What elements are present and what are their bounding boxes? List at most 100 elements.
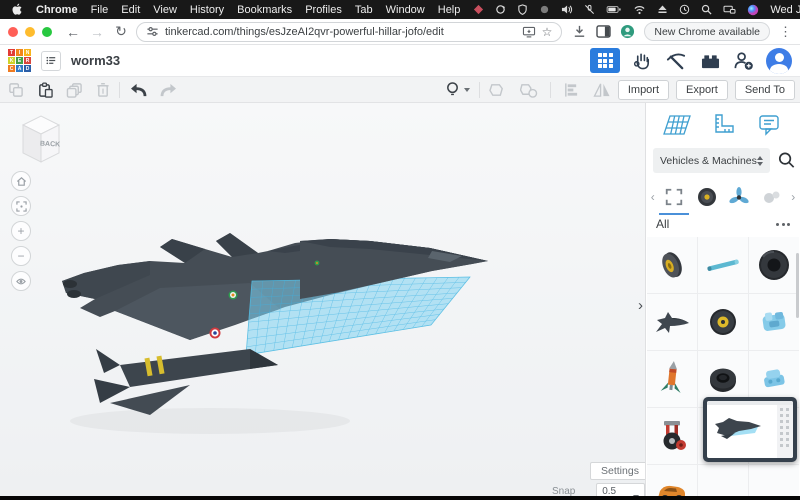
ruler-tool-button[interactable] [704, 109, 742, 141]
tab-bricks[interactable] [698, 49, 722, 73]
viewport-3d[interactable]: BACK + − Settings Snap Grid 0.5 mm [0, 103, 645, 500]
menubar-item-chrome[interactable]: Chrome [36, 4, 78, 16]
shape-tile-wheel-tilted[interactable] [647, 237, 697, 293]
undo-icon[interactable] [129, 83, 147, 97]
clock-icon[interactable] [679, 4, 690, 15]
menubar-clock[interactable]: Wed Jan 31 5:06 PM [770, 4, 800, 16]
site-controls-icon[interactable] [146, 25, 159, 38]
send-to-button[interactable]: Send To [735, 80, 795, 100]
shelf-item-parts[interactable] [756, 183, 788, 211]
refresh-icon[interactable] [495, 4, 506, 15]
screenshot-preview-thumbnail[interactable] [703, 397, 797, 462]
search-shapes-button[interactable] [776, 150, 797, 171]
menubar-item-edit[interactable]: Edit [121, 4, 140, 16]
back-icon[interactable]: ← [64, 24, 82, 40]
menubar-item-tab[interactable]: Tab [355, 4, 373, 16]
view-cube-label[interactable]: BACK [40, 140, 61, 148]
apple-icon[interactable] [12, 4, 23, 16]
group-icon[interactable] [489, 82, 506, 98]
shelf-prev-icon[interactable]: ‹ [648, 190, 658, 204]
passwords-icon[interactable] [473, 4, 484, 15]
profile-avatar-icon[interactable] [620, 24, 635, 39]
duplicate-icon[interactable] [66, 82, 83, 98]
url-text[interactable]: tinkercad.com/things/esJzeAI2qvr-powerfu… [165, 26, 516, 38]
settings-button[interactable]: Settings [590, 462, 645, 480]
workplane[interactable] [246, 277, 470, 355]
missile-pod[interactable] [94, 349, 278, 415]
menubar-item-file[interactable]: File [91, 4, 109, 16]
eject-icon[interactable] [657, 4, 668, 15]
shape-tile-empty[interactable] [749, 465, 799, 500]
chrome-update-badge[interactable]: New Chrome available [644, 22, 770, 41]
shape-tile-caster-wheel[interactable] [647, 408, 697, 464]
wifi-icon[interactable] [633, 4, 646, 15]
siri-icon[interactable] [747, 4, 759, 16]
tinkercad-logo[interactable]: T I N K E R C A D [8, 49, 31, 72]
volume-icon[interactable] [561, 4, 573, 15]
export-button[interactable]: Export [676, 80, 728, 100]
menubar-item-history[interactable]: History [190, 4, 224, 16]
shelf-next-icon[interactable]: › [788, 190, 798, 204]
shape-tile-jet-part[interactable] [647, 294, 697, 350]
shape-tile-engine-part-blue[interactable] [749, 294, 799, 350]
overflow-menu-icon[interactable] [776, 223, 790, 226]
tab-3d-design[interactable] [590, 48, 620, 73]
shape-tile-tire-yellow-hub[interactable] [698, 294, 748, 350]
forward-icon[interactable]: → [88, 24, 106, 40]
mirror-icon[interactable] [593, 82, 611, 98]
show-all-bulb-icon[interactable] [445, 81, 460, 98]
fit-view-button[interactable] [11, 196, 31, 216]
shield-icon[interactable] [517, 4, 528, 15]
address-bar[interactable]: tinkercad.com/things/esJzeAI2qvr-powerfu… [136, 22, 562, 42]
tab-circuits[interactable] [630, 49, 654, 73]
paste-icon[interactable] [37, 82, 53, 98]
tab-codeblocks[interactable] [664, 49, 688, 73]
account-avatar[interactable] [766, 48, 792, 74]
import-button[interactable]: Import [618, 80, 669, 100]
shape-tile-tire-large[interactable] [749, 237, 799, 293]
reload-icon[interactable]: ↻ [112, 23, 130, 40]
menubar-item-bookmarks[interactable]: Bookmarks [237, 4, 292, 16]
align-icon[interactable] [563, 82, 579, 98]
shape-tile-rocket[interactable] [647, 351, 697, 407]
perspective-button[interactable] [11, 271, 31, 291]
view-cube[interactable]: BACK [14, 111, 68, 169]
design-title[interactable]: worm33 [71, 53, 120, 68]
bookmark-star-icon[interactable]: ☆ [542, 25, 553, 39]
bulb-dropdown-caret[interactable] [464, 88, 470, 92]
shape-tile-empty[interactable] [698, 465, 748, 500]
mic-off-icon[interactable] [584, 4, 595, 15]
shelf-item-propeller[interactable] [724, 183, 756, 211]
zoom-out-button[interactable]: − [11, 246, 31, 266]
notes-tool-button[interactable] [750, 109, 788, 141]
shape-tile-axle-rod[interactable] [698, 237, 748, 293]
menubar-item-view[interactable]: View [153, 4, 177, 16]
battery-icon[interactable] [606, 4, 622, 15]
menubar-item-profiles[interactable]: Profiles [305, 4, 342, 16]
delete-icon[interactable] [96, 82, 110, 98]
category-dropdown[interactable]: Vehicles & Machines [653, 148, 770, 173]
workplane-tool-button[interactable] [658, 109, 696, 141]
spotlight-icon[interactable] [701, 4, 712, 15]
zoom-in-button[interactable]: + [11, 221, 31, 241]
menubar-item-help[interactable]: Help [438, 4, 461, 16]
send-to-device-icon[interactable] [522, 26, 536, 38]
side-panel-icon[interactable] [596, 25, 611, 38]
display-icon[interactable] [723, 4, 736, 15]
zoom-window-button[interactable] [42, 27, 52, 37]
copy-icon[interactable] [8, 82, 24, 98]
shape-tile-car-orange[interactable] [647, 465, 697, 500]
home-view-button[interactable] [11, 171, 31, 191]
record-icon[interactable] [539, 4, 550, 15]
ungroup-icon[interactable] [520, 82, 538, 98]
downloads-icon[interactable] [572, 24, 587, 39]
invite-button[interactable] [732, 49, 756, 73]
jet-model-scene[interactable] [0, 103, 645, 500]
shelf-item-all[interactable] [658, 183, 690, 211]
panel-scrollbar[interactable] [796, 253, 799, 318]
menubar-item-window[interactable]: Window [386, 4, 425, 16]
minimize-window-button[interactable] [25, 27, 35, 37]
chrome-menu-icon[interactable]: ⋮ [779, 24, 792, 40]
redo-icon[interactable] [160, 83, 178, 97]
close-window-button[interactable] [8, 27, 18, 37]
